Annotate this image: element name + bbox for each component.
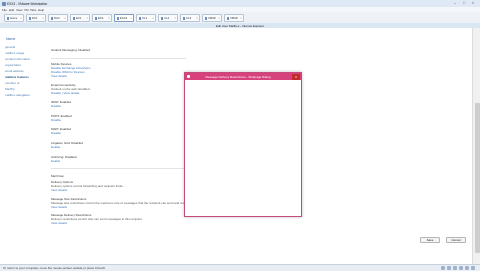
minimize-button[interactable]: –: [452, 1, 458, 5]
disable-owa-link[interactable]: Disable | View details: [51, 91, 90, 95]
vm-icon: [116, 17, 119, 20]
message-delivery-restrictions-dialog: Message Delivery Restrictions - Webpage …: [184, 72, 302, 217]
window-title: ESX3 - VMware Workstation: [7, 1, 48, 6]
view-details-link[interactable]: View details: [51, 74, 91, 78]
tab-vm[interactable]: DC2 ×: [48, 14, 68, 22]
close-tab-icon[interactable]: ×: [86, 15, 88, 21]
message-icon[interactable]: [465, 266, 469, 270]
display-icon[interactable]: [459, 266, 463, 270]
home-icon: [6, 17, 9, 20]
close-tab-icon[interactable]: ×: [130, 15, 132, 21]
dialog-body: [186, 81, 299, 214]
close-tab-icon[interactable]: ×: [42, 15, 44, 21]
nav-item-general[interactable]: general: [5, 45, 15, 49]
close-tab-icon[interactable]: ×: [240, 15, 242, 21]
section-delivery-options: Delivery Options Delivery options contro…: [51, 180, 124, 192]
tab-vm[interactable]: EX1 ×: [70, 14, 90, 22]
tab-vm[interactable]: CL3 ×: [180, 14, 200, 22]
sound-icon[interactable]: [447, 266, 451, 270]
nav-item-contact-information[interactable]: contact information: [5, 57, 30, 61]
tab-home[interactable]: Home ×: [4, 14, 24, 22]
nav-item-organization[interactable]: organization: [5, 63, 21, 67]
close-tab-icon[interactable]: ×: [174, 15, 176, 21]
view-details-link[interactable]: View details: [51, 205, 191, 209]
tab-vm[interactable]: CL1 ×: [136, 14, 156, 22]
vmware-app-icon: [2, 1, 6, 6]
disable-pop3-link[interactable]: Disable: [51, 118, 72, 122]
section-heading: Outlook Messaging: Disabled: [51, 48, 91, 52]
nav-item-email-address[interactable]: email address: [5, 69, 24, 73]
vm-icon: [160, 17, 163, 20]
section-mail-flow: Mail Flow: [51, 174, 64, 178]
enable-litigation-hold-link[interactable]: Enable: [51, 145, 83, 149]
network-icon[interactable]: [441, 266, 445, 270]
tab-vm[interactable]: VMSP ×: [202, 14, 222, 22]
section-mobile-devices: Mobile Devices Disable Exchange ActiveSy…: [51, 62, 91, 78]
scroll-thumb[interactable]: [474, 103, 480, 253]
close-window-button[interactable]: ×: [470, 1, 476, 5]
divider: [51, 58, 186, 59]
section-pop3: POP3: Enabled Disable: [51, 114, 72, 122]
close-tab-icon[interactable]: ×: [64, 15, 66, 21]
vm-icon: [204, 17, 207, 20]
close-tab-icon[interactable]: ×: [196, 15, 198, 21]
enable-archiving-link[interactable]: Enable: [51, 159, 77, 163]
vm-icon: [138, 17, 141, 20]
section-imap: IMAP: Enabled Disable: [51, 100, 71, 108]
vertical-scrollbar[interactable]: [472, 28, 480, 264]
save-button[interactable]: Save: [420, 237, 440, 243]
nav-item-mailbox-usage[interactable]: mailbox usage: [5, 51, 24, 55]
section-message-delivery-restrictions: Message Delivery Restrictions Delivery r…: [51, 213, 143, 225]
dialog-titlebar: Message Delivery Restrictions - Webpage …: [185, 73, 301, 80]
vm-icon: [28, 17, 31, 20]
tab-vm-active[interactable]: ESX3 ×: [114, 14, 134, 22]
tab-vm[interactable]: EX2 ×: [92, 14, 112, 22]
disable-mapi-link[interactable]: Disable: [51, 131, 71, 135]
section-message-size-restrictions: Message Size Restrictions Message size r…: [51, 197, 191, 209]
cancel-button[interactable]: Cancel: [446, 237, 466, 243]
tab-vm[interactable]: DC1 ×: [26, 14, 46, 22]
vm-status-icon[interactable]: [471, 266, 475, 270]
close-tab-icon[interactable]: ×: [152, 15, 154, 21]
section-archiving: Archiving: Disabled Enable: [51, 155, 77, 163]
view-details-link[interactable]: View details: [51, 221, 143, 225]
disable-imap-link[interactable]: Disable: [51, 104, 71, 108]
dialog-title: Message Delivery Restrictions - Webpage …: [205, 75, 271, 79]
vm-icon: [94, 17, 97, 20]
divider: [51, 168, 186, 169]
section-mapi: MAPI: Enabled Disable: [51, 127, 71, 135]
section-description: Message size restrictions control the ma…: [51, 201, 191, 205]
vm-icon: [50, 17, 53, 20]
tab-vm[interactable]: VMSP ×: [224, 14, 244, 22]
nav-item-mailbox-features[interactable]: mailbox features: [5, 75, 29, 79]
nav-item-mailtip[interactable]: MailTip: [5, 87, 15, 91]
view-details-link[interactable]: View details: [51, 188, 124, 192]
close-tab-icon[interactable]: ×: [108, 15, 110, 21]
maximize-button[interactable]: □: [461, 1, 467, 5]
close-tab-icon[interactable]: ×: [218, 15, 220, 21]
section-litigation-hold: Litigation hold: Disabled Enable: [51, 141, 83, 149]
tab-vm[interactable]: CL2 ×: [158, 14, 178, 22]
vm-icon: [182, 17, 185, 20]
section-outlook-messaging: Outlook Messaging: Disabled: [51, 48, 90, 52]
section-heading: Mail Flow: [51, 174, 64, 178]
section-email-connectivity: Email Connectivity Outlook on the web: E…: [51, 83, 90, 95]
nav-item-member-of[interactable]: member of: [5, 81, 19, 85]
vm-icon: [226, 17, 229, 20]
page-title: Name: [6, 37, 16, 41]
close-tab-icon[interactable]: ×: [20, 15, 22, 21]
dialog-close-button[interactable]: ×: [292, 73, 300, 80]
nav-item-mailbox-delegation[interactable]: mailbox delegation: [5, 93, 30, 97]
usb-icon[interactable]: [453, 266, 457, 270]
vm-icon: [72, 17, 75, 20]
